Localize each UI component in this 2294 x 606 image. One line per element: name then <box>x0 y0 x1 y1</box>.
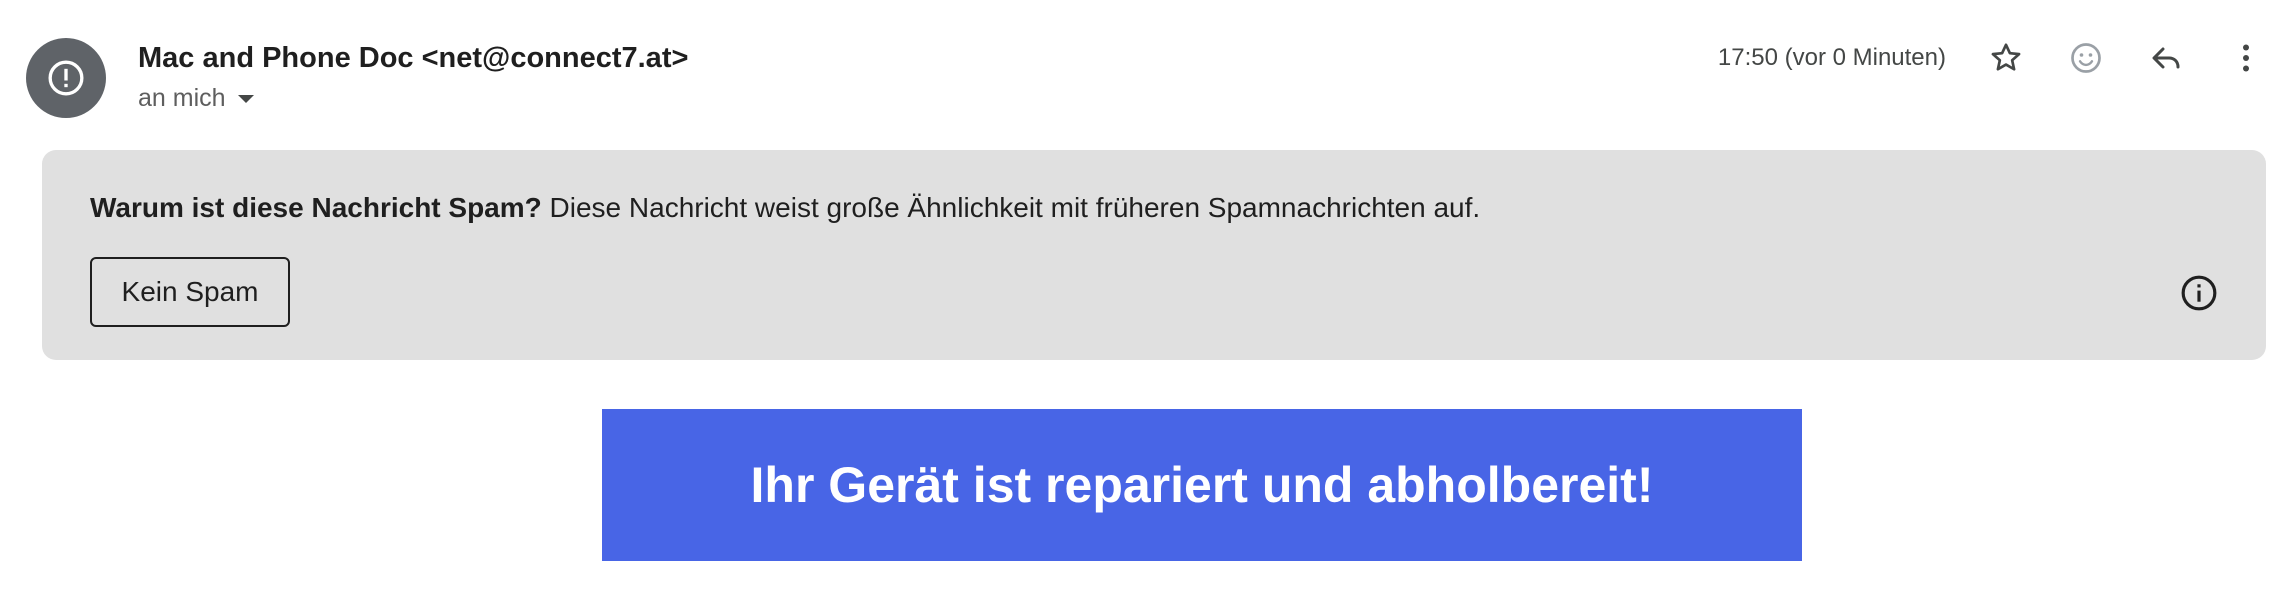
spam-explanation: Diese Nachricht weist große Ähnlichkeit … <box>541 192 1481 223</box>
alert-circle-icon <box>48 60 84 96</box>
recipient-dropdown[interactable]: an mich <box>138 80 254 116</box>
not-spam-button[interactable]: Kein Spam <box>90 257 290 327</box>
sender-avatar[interactable] <box>26 38 106 118</box>
email-timestamp: 17:50 (vor 0 Minuten) <box>1717 44 1946 71</box>
reply-icon <box>2152 47 2180 69</box>
reply-button[interactable] <box>2142 34 2190 82</box>
more-vert-icon <box>2243 44 2249 72</box>
caret-down-icon <box>237 95 254 103</box>
emoji-icon <box>2071 43 2101 73</box>
star-button[interactable] <box>1982 34 2030 82</box>
email-hero-banner: Ihr Gerät ist repariert und abholbereit! <box>602 409 1802 561</box>
recipient-label: an mich <box>138 83 226 112</box>
spam-warning-banner: Warum ist diese Nachricht Spam? Diese Na… <box>42 150 2266 360</box>
spam-warning-text: Warum ist diese Nachricht Spam? Diese Na… <box>90 188 1480 228</box>
spam-question: Warum ist diese Nachricht Spam? <box>90 192 542 223</box>
star-icon <box>1991 43 2021 71</box>
more-options-button[interactable] <box>2222 34 2270 82</box>
info-icon[interactable] <box>2180 274 2218 312</box>
hero-headline: Ihr Gerät ist repariert und abholbereit! <box>750 457 1654 513</box>
sender-name[interactable]: Mac and Phone Doc <net@connect7.at> <box>138 38 688 78</box>
add-reaction-button[interactable] <box>2062 34 2110 82</box>
